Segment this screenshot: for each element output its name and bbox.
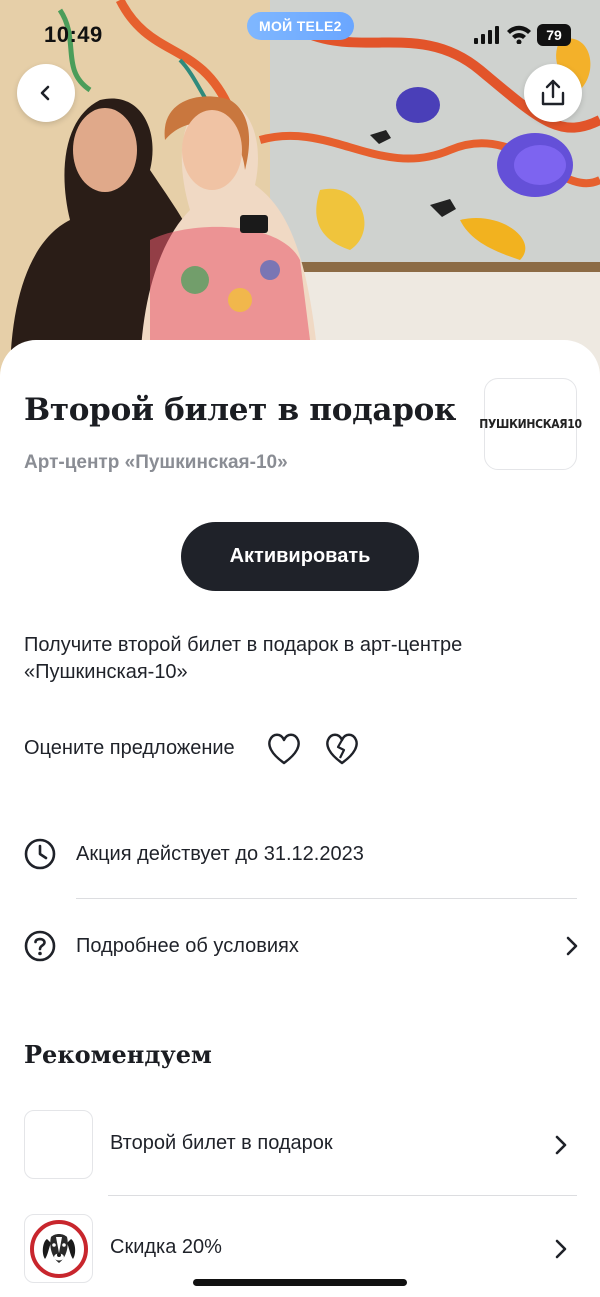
recommendation-label[interactable]: Скидка 20%: [110, 1236, 222, 1259]
broken-heart-icon[interactable]: [324, 732, 360, 766]
signal-icon: [474, 26, 499, 44]
chevron-left-icon: [40, 85, 50, 101]
share-icon: [541, 79, 565, 106]
recommendation-thumbnail[interactable]: [24, 1214, 93, 1283]
status-time: 10:49: [44, 22, 103, 47]
offer-description: Получите второй билет в подарок в арт-це…: [24, 634, 463, 683]
status-bar: 10:49 МОЙ TELE2 79: [0, 0, 600, 70]
dog-logo-icon: [29, 1219, 88, 1278]
carrier-pill[interactable]: МОЙ TELE2: [247, 12, 354, 40]
wifi-icon: [507, 25, 531, 44]
recommendation-label[interactable]: Второй билет в подарок: [110, 1132, 333, 1155]
activate-button[interactable]: Активировать: [181, 522, 419, 591]
heart-icon[interactable]: [266, 732, 302, 766]
details-divider: [76, 898, 577, 899]
recommendations-title: Рекомендуем: [24, 1040, 212, 1069]
home-indicator[interactable]: [193, 1279, 407, 1286]
chevron-right-icon: [566, 936, 578, 956]
terms-row[interactable]: Подробнее об условиях: [0, 916, 600, 976]
validity-text: Акция действует до 31.12.2023: [76, 842, 364, 865]
partner-logo: ПУШКИНСКАЯ10: [479, 378, 582, 470]
rating-label: Оцените предложение: [24, 737, 235, 759]
recommendation-thumbnail[interactable]: [24, 1110, 93, 1179]
validity-row: Акция действует до 31.12.2023: [0, 824, 600, 884]
share-button[interactable]: [524, 64, 582, 122]
battery-indicator: 79: [537, 24, 571, 46]
recommendation-divider: [108, 1195, 577, 1196]
question-icon: [24, 930, 56, 962]
partner-name[interactable]: Арт-центр «Пушкинская-10»: [24, 452, 288, 474]
terms-label: Подробнее об условиях: [76, 934, 299, 957]
back-button[interactable]: [17, 64, 75, 122]
chevron-right-icon[interactable]: [553, 1134, 569, 1156]
chevron-right-icon[interactable]: [553, 1238, 569, 1260]
offer-title: Второй билет в подарок: [24, 392, 457, 428]
clock-icon: [24, 838, 56, 870]
partner-logo-text: ПУШКИНСКАЯ10: [479, 417, 582, 431]
